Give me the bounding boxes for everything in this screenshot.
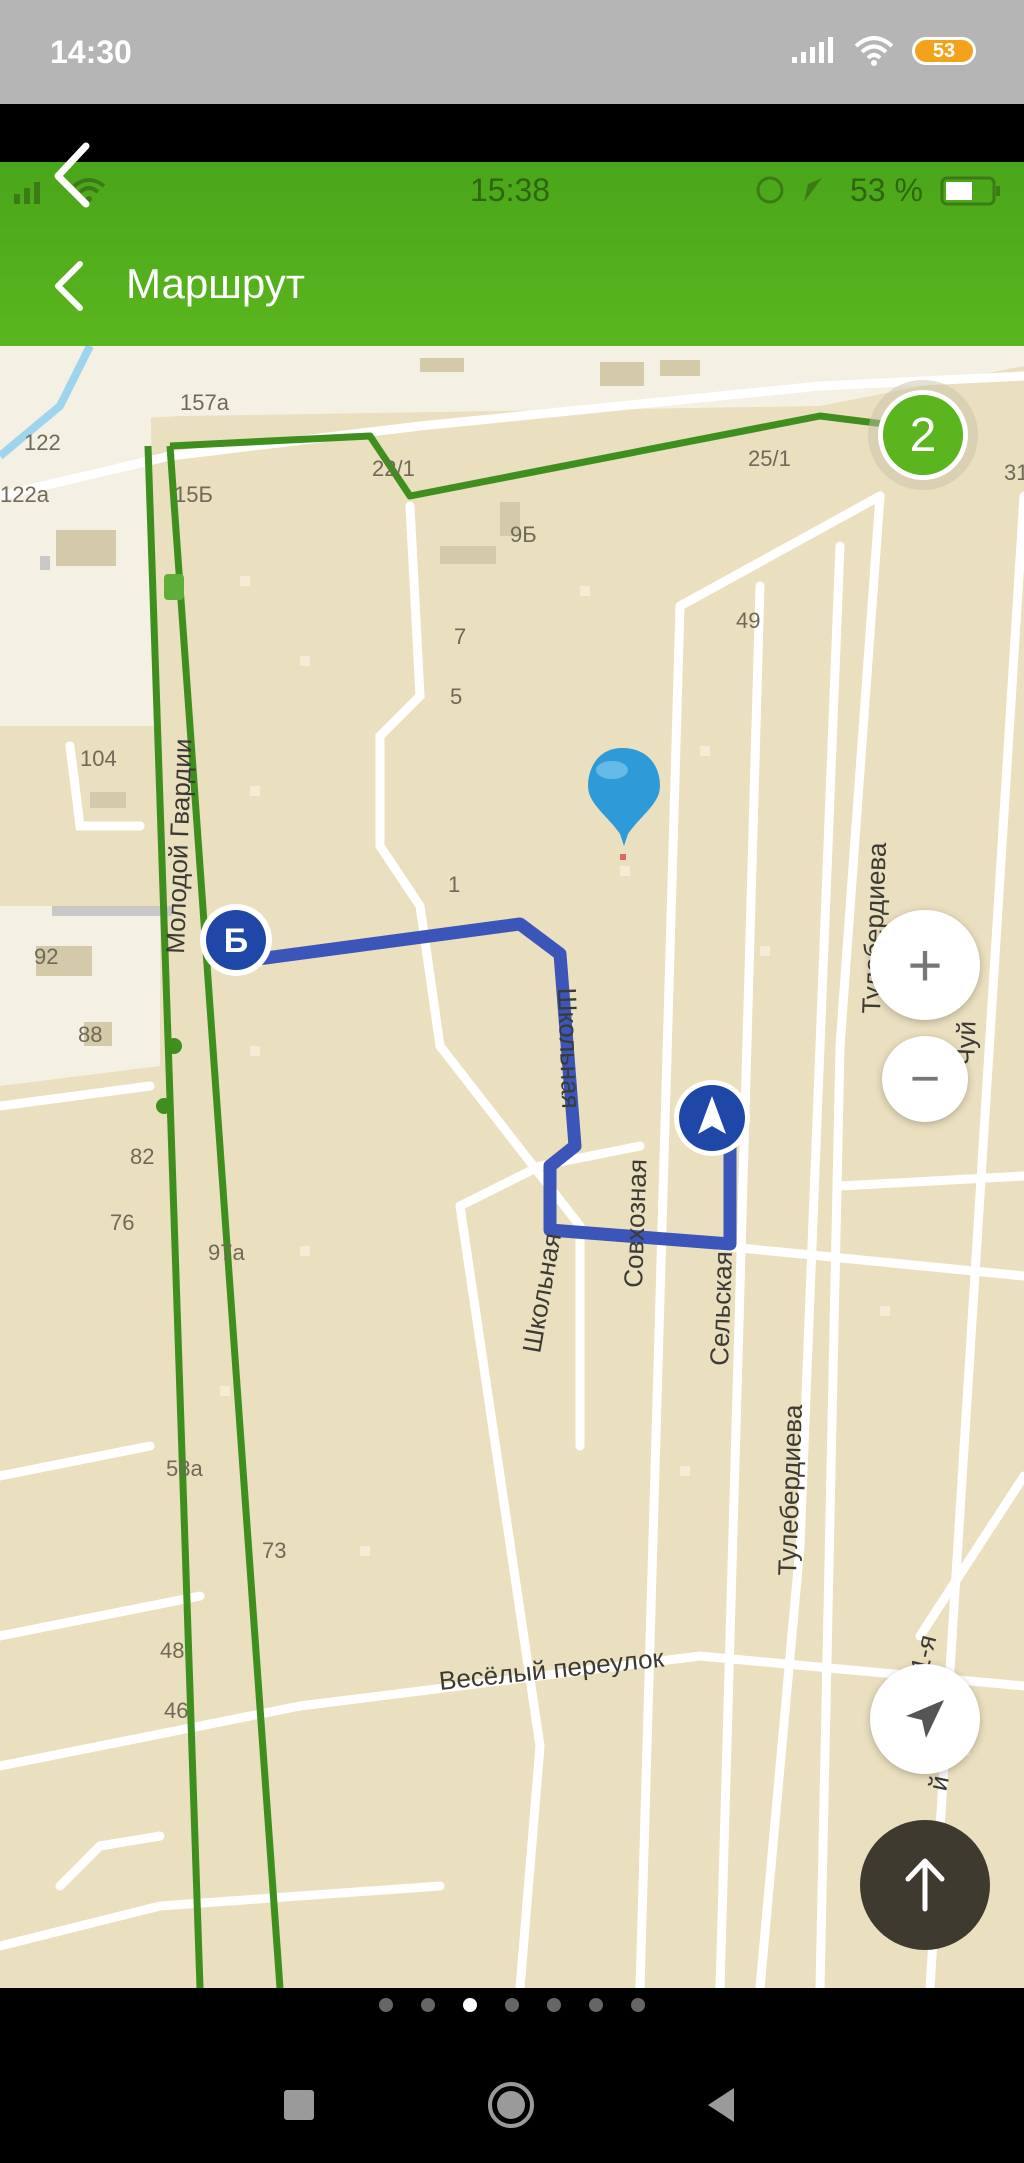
page-dot[interactable]	[631, 1998, 645, 2012]
address-label: 88	[78, 1022, 102, 1047]
current-location-marker[interactable]	[674, 1080, 750, 1156]
zoom-out-button[interactable]: −	[882, 1036, 968, 1122]
street-label: Молодой Гвардии	[160, 738, 197, 954]
page-indicator	[0, 1988, 1024, 2022]
address-label: 5	[450, 684, 462, 709]
address-label: 122а	[0, 482, 50, 507]
address-label: 49	[736, 608, 760, 633]
system-time: 14:30	[50, 34, 132, 70]
address-label: 92	[34, 944, 58, 969]
battery-indicator: 53	[912, 37, 976, 65]
inner-battery-icon	[940, 176, 1000, 206]
address-label: 76	[110, 1210, 134, 1235]
system-navigation-bar	[0, 2050, 1024, 2163]
wifi-icon	[854, 36, 894, 66]
address-label: 73	[262, 1538, 286, 1563]
system-status-icons: 53	[792, 36, 976, 66]
navigation-arrow-icon	[906, 1700, 944, 1738]
map-canvas[interactable]: 157а 122 122а 15Б 22/1 25/1 9Б 7 5 49 10…	[0, 346, 1024, 1988]
address-label: 82	[130, 1144, 154, 1169]
signal-icon	[792, 37, 833, 63]
street-label: Тулебердиева	[772, 1403, 808, 1576]
back-icon[interactable]	[704, 2086, 738, 2124]
address-label: 48	[160, 1638, 184, 1663]
route-end-marker[interactable]: Б	[200, 904, 272, 976]
page-dot-active[interactable]	[463, 1998, 477, 2012]
address-label: 122	[24, 430, 61, 455]
zoom-in-button[interactable]: +	[870, 910, 980, 1020]
address-label: 1	[448, 872, 460, 897]
street-label: Совхозная	[618, 1158, 652, 1288]
address-label: 9Б	[510, 522, 537, 547]
fuel-station-icon	[164, 574, 184, 600]
bus-stop-icon	[166, 1038, 182, 1054]
address-label: 7	[454, 624, 466, 649]
back-arrow-icon[interactable]	[46, 140, 106, 210]
bus-stop-icon-2	[156, 1098, 172, 1114]
address-label: 15Б	[174, 482, 213, 507]
arrow-up-icon	[905, 1858, 945, 1912]
address-label: 58а	[166, 1456, 203, 1481]
address-label: 31	[1004, 460, 1024, 485]
scroll-top-button[interactable]	[860, 1820, 990, 1950]
address-label: 97а	[208, 1240, 245, 1265]
inner-battery: 53 %	[850, 172, 923, 208]
address-label: 25/1	[748, 446, 791, 471]
page-dot[interactable]	[589, 1998, 603, 2012]
place-pin-icon[interactable]	[588, 748, 660, 860]
marker-letter: Б	[224, 922, 248, 960]
street-label: Сельская	[704, 1251, 738, 1367]
page-dot[interactable]	[421, 1998, 435, 2012]
home-icon[interactable]	[486, 2080, 536, 2130]
inner-time: 15:38	[470, 172, 551, 208]
cluster-count-badge[interactable]: 2	[878, 390, 968, 480]
page-title: Маршрут	[126, 260, 305, 307]
address-label: 104	[80, 746, 117, 771]
page-dot[interactable]	[547, 1998, 561, 2012]
address-label: 22/1	[372, 456, 415, 481]
header-back-icon[interactable]	[46, 258, 96, 314]
screenshot-band	[0, 104, 1024, 162]
address-label: 157а	[180, 390, 230, 415]
page-dot[interactable]	[505, 1998, 519, 2012]
street-label: Весёлый переулок	[437, 1642, 665, 1695]
recent-apps-icon[interactable]	[282, 2088, 316, 2122]
inner-status-icons	[756, 176, 822, 204]
page-dot[interactable]	[379, 1998, 393, 2012]
street-label: Школьная	[516, 1231, 567, 1355]
street-label: Школьная	[552, 987, 586, 1109]
address-label: 46	[164, 1698, 188, 1723]
map-view[interactable]: 157а 122 122а 15Б 22/1 25/1 9Б 7 5 49 10…	[0, 346, 1024, 1988]
locate-me-button[interactable]	[870, 1664, 980, 1774]
